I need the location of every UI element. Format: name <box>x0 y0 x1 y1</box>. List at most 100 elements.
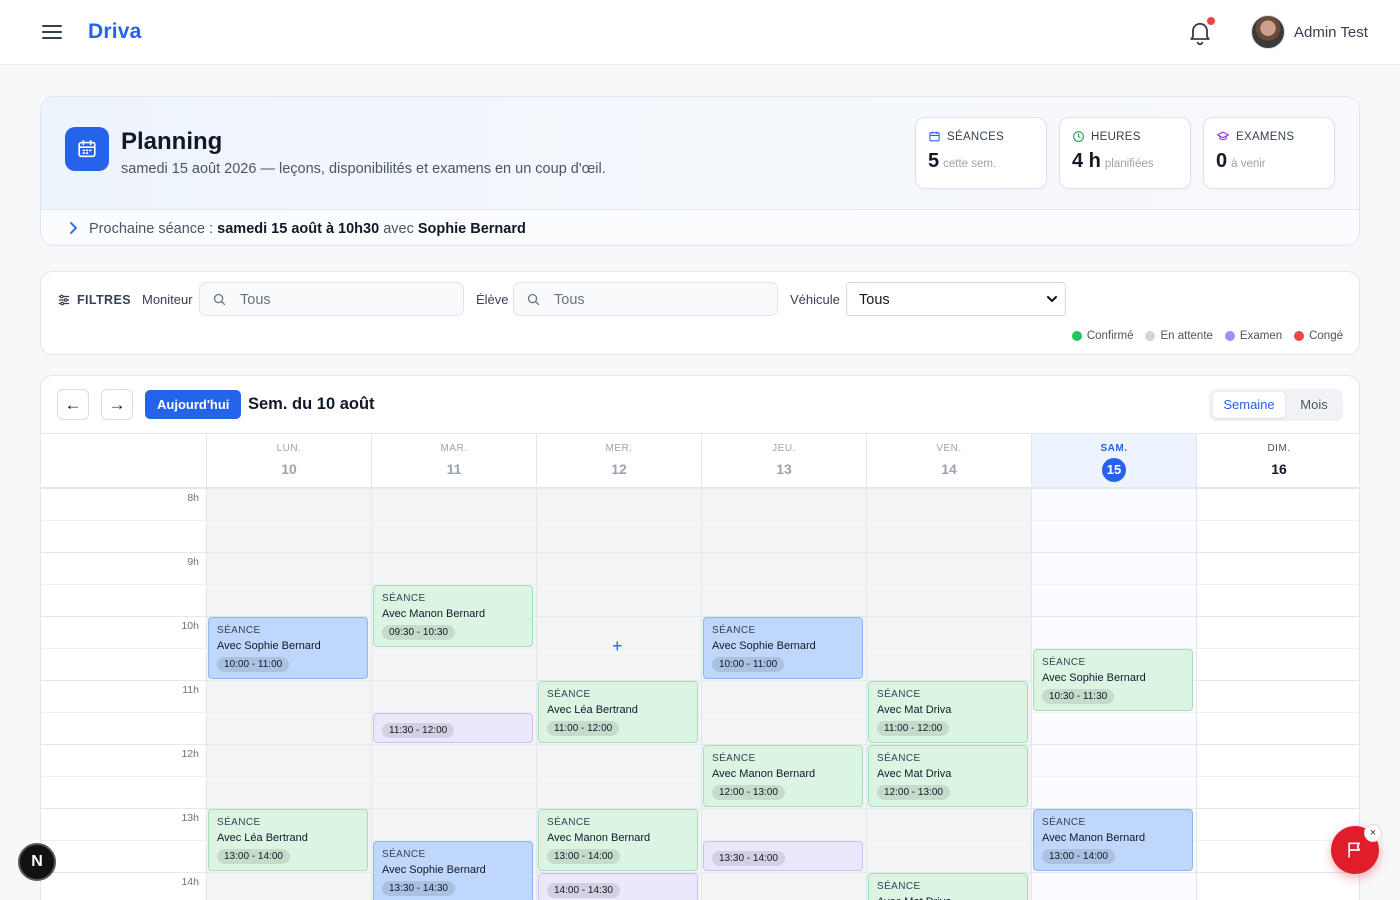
availability-slot[interactable]: 11:30 - 12:00 <box>373 713 533 743</box>
day-name: DIM. <box>1267 443 1291 454</box>
half-hour-line <box>41 584 1359 585</box>
flag-icon <box>1348 842 1360 858</box>
legend-label: Congé <box>1309 330 1343 342</box>
stat-unit: à venir <box>1231 158 1266 170</box>
hour-label: 8h <box>187 492 199 504</box>
event-type: SÉANCE <box>712 753 756 764</box>
day-header: LUN. 10 <box>206 434 371 488</box>
calendar-card: ← → Aujourd'hui Sem. du 10 août Semaine … <box>40 375 1360 900</box>
event-type: SÉANCE <box>217 625 261 636</box>
event-type: SÉANCE <box>382 593 426 604</box>
n-badge[interactable]: N <box>18 843 56 881</box>
stat-label: HEURES <box>1091 130 1141 143</box>
add-session-icon[interactable]: + <box>612 636 623 657</box>
session-event[interactable]: SÉANCE Avec Mat Driva 12:00 - 13:00 <box>868 745 1028 807</box>
event-type: SÉANCE <box>1042 817 1086 828</box>
prev-week-button[interactable]: ← <box>57 389 89 420</box>
event-student: Avec Manon Bernard <box>547 832 651 844</box>
event-student: Avec Manon Bernard <box>712 768 816 780</box>
day-column[interactable] <box>371 488 536 900</box>
session-event[interactable]: SÉANCE Avec Manon Bernard 12:00 - 13:00 <box>703 745 863 807</box>
day-column[interactable] <box>701 488 866 900</box>
eleve-input[interactable] <box>554 289 764 311</box>
session-event[interactable]: SÉANCE Avec Sophie Bernard 13:30 - 14:30 <box>373 841 533 900</box>
top-bar: Driva Admin Test <box>0 0 1400 65</box>
event-student: Avec Sophie Bernard <box>382 864 486 876</box>
graduation-cap-icon <box>1217 131 1229 141</box>
event-time: 12:00 - 13:00 <box>877 785 950 800</box>
event-type: SÉANCE <box>382 849 426 860</box>
stat-seances: SÉANCES 5 cette sem. <box>915 117 1047 189</box>
view-week-button[interactable]: Semaine <box>1213 392 1285 418</box>
eleve-search[interactable] <box>513 282 778 316</box>
chevron-right-icon <box>70 222 77 234</box>
session-event[interactable]: SÉANCE Avec Manon Bernard 13:00 - 14:00 <box>1033 809 1193 871</box>
event-time: 13:30 - 14:00 <box>712 851 785 866</box>
event-student: Avec Sophie Bernard <box>1042 672 1146 684</box>
view-month-button[interactable]: Mois <box>1289 392 1339 418</box>
user-name[interactable]: Admin Test <box>1294 24 1368 41</box>
session-event[interactable]: SÉANCE Avec Léa Bertrand 13:00 - 14:00 <box>208 809 368 871</box>
brand-logo[interactable]: Driva <box>88 20 142 44</box>
view-toggle: Semaine Mois <box>1209 389 1343 421</box>
today-button[interactable]: Aujourd'hui <box>145 390 242 419</box>
availability-slot[interactable]: 14:00 - 14:30 <box>538 873 698 900</box>
half-hour-line <box>41 712 1359 713</box>
stat-label: EXAMENS <box>1236 130 1295 143</box>
legend-label: En attente <box>1160 330 1213 342</box>
stat-unit: planifiées <box>1104 158 1154 170</box>
session-event[interactable]: SÉANCE Avec Mat Driva <box>868 873 1028 900</box>
session-event[interactable]: SÉANCE Avec Sophie Bernard 10:00 - 11:00 <box>703 617 863 679</box>
hour-label: 10h <box>181 620 199 632</box>
status-legend: Confirmé En attente Examen Congé <box>1071 330 1343 342</box>
event-time: 11:00 - 12:00 <box>877 721 950 736</box>
day-name: SAM. <box>1100 443 1128 454</box>
event-time: 12:00 - 13:00 <box>712 785 785 800</box>
session-event[interactable]: SÉANCE Avec Sophie Bernard 10:00 - 11:00 <box>208 617 368 679</box>
stat-examens: EXAMENS 0à venir <box>1203 117 1335 189</box>
session-event[interactable]: SÉANCE Avec Manon Bernard 13:00 - 14:00 <box>538 809 698 871</box>
legend-item: En attente <box>1145 330 1213 342</box>
close-fab-button[interactable]: × <box>1364 824 1382 842</box>
time-gutter-header <box>41 434 206 488</box>
event-type: SÉANCE <box>877 689 921 700</box>
filters-title: FILTRES <box>57 293 131 307</box>
user-avatar[interactable] <box>1251 15 1285 49</box>
stat-value: 5 <box>928 150 940 172</box>
availability-slot[interactable]: 13:30 - 14:00 <box>703 841 863 871</box>
day-header: JEU. 13 <box>701 434 866 488</box>
next-session-bar[interactable]: Prochaine séance : samedi 15 août à 10h3… <box>41 209 1359 245</box>
stat-value: 0 <box>1216 150 1228 172</box>
page-title: Planning <box>121 128 223 155</box>
moniteur-search[interactable] <box>199 282 464 316</box>
session-event[interactable]: SÉANCE Avec Mat Driva 11:00 - 12:00 <box>868 681 1028 743</box>
moniteur-input[interactable] <box>240 289 450 311</box>
session-event[interactable]: SÉANCE Avec Manon Bernard 09:30 - 10:30 <box>373 585 533 647</box>
day-header: MER. 12 <box>536 434 701 488</box>
next-week-button[interactable]: → <box>101 389 133 420</box>
event-student: Avec Sophie Bernard <box>217 640 321 652</box>
day-name: LUN. <box>276 443 302 454</box>
session-event[interactable]: SÉANCE Avec Sophie Bernard 10:30 - 11:30 <box>1033 649 1193 711</box>
event-type: SÉANCE <box>1042 657 1086 668</box>
arrow-left-icon: ← <box>64 394 82 414</box>
event-time: 11:30 - 12:00 <box>382 723 455 738</box>
event-time: 11:00 - 12:00 <box>547 721 620 736</box>
event-time: 14:00 - 14:30 <box>547 883 620 898</box>
day-header: SAM. 15 <box>1031 434 1196 488</box>
stat-value: 4 h <box>1072 150 1101 172</box>
hour-label: 12h <box>181 748 199 760</box>
event-time: 10:00 - 11:00 <box>712 657 785 672</box>
calendar-icon <box>65 127 109 171</box>
event-time: 13:00 - 14:00 <box>1042 849 1115 864</box>
vehicule-select[interactable]: Tous <box>846 282 1066 316</box>
day-number: 10 <box>281 461 297 477</box>
hour-line <box>41 552 1359 553</box>
sliders-icon <box>58 294 70 306</box>
session-event[interactable]: SÉANCE Avec Léa Bertrand 11:00 - 12:00 <box>538 681 698 743</box>
hamburger-menu-icon[interactable] <box>38 20 66 44</box>
event-time: 09:30 - 10:30 <box>382 625 455 640</box>
stat-heures: HEURES 4 h planifiées <box>1059 117 1191 189</box>
search-icon <box>527 293 540 306</box>
day-number: 16 <box>1271 461 1287 477</box>
